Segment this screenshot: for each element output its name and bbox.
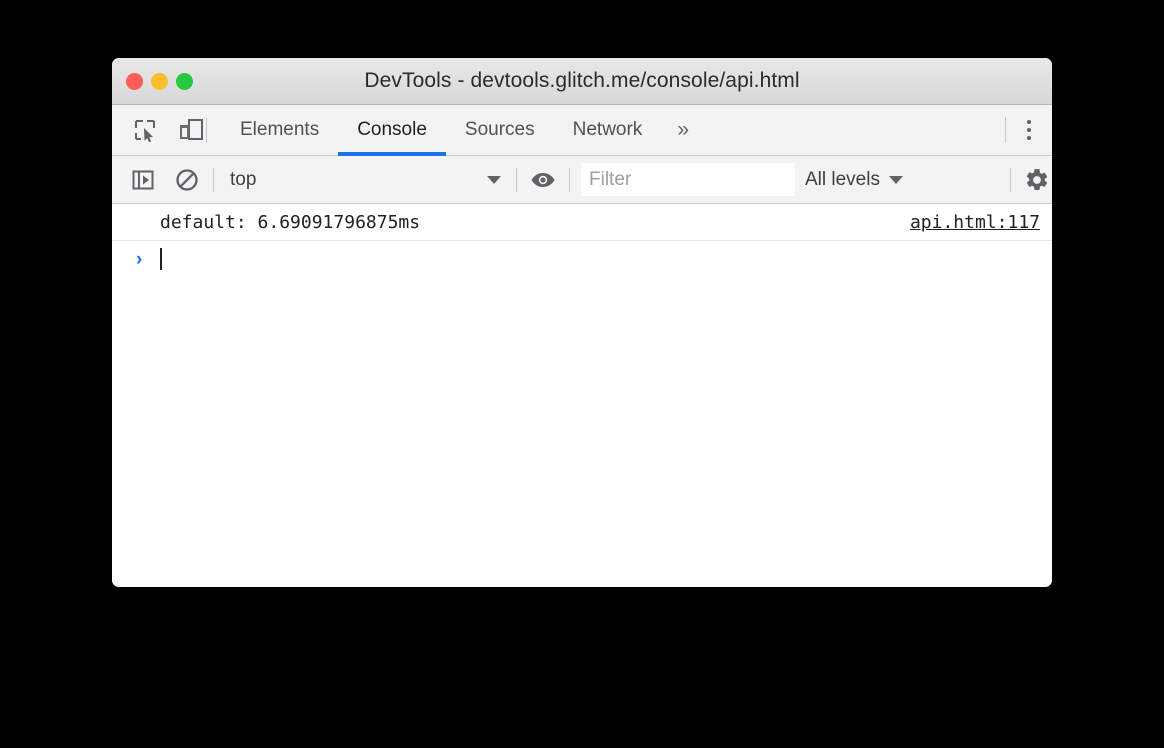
clear-console-button[interactable] (172, 165, 202, 195)
console-message-source-link[interactable]: api.html:117 (910, 212, 1040, 233)
window-title: DevTools - devtools.glitch.me/console/ap… (364, 69, 800, 92)
console-sidebar-toggle-icon (132, 170, 154, 189)
clear-console-icon (176, 168, 198, 191)
toolbar-divider (213, 167, 214, 192)
console-prompt-chevron-icon: › (136, 248, 143, 270)
console-settings-button[interactable] (1022, 165, 1052, 195)
devtools-tabbar: Elements Console Sources Network » (112, 105, 1052, 156)
settings-gear-icon (1026, 168, 1048, 190)
console-message-row: default: 6.69091796875ms api.html:117 (112, 204, 1052, 241)
window-titlebar: DevTools - devtools.glitch.me/console/ap… (112, 58, 1052, 105)
kebab-menu-icon-dot (1027, 136, 1031, 140)
console-prompt-caret (160, 248, 162, 270)
inspect-element-icon (135, 120, 155, 142)
tab-elements[interactable]: Elements (221, 105, 338, 155)
toolbar-divider (1010, 167, 1011, 192)
devtools-tabs: Elements Console Sources Network » (221, 105, 705, 156)
console-sidebar-toggle-button[interactable] (128, 165, 158, 195)
console-message-area[interactable]: default: 6.69091796875ms api.html:117 › (112, 204, 1052, 587)
toolbar-divider (569, 167, 570, 192)
javascript-context-select[interactable]: top (225, 169, 505, 191)
console-message-text: default: 6.69091796875ms (160, 211, 421, 233)
console-filter-input[interactable] (581, 163, 795, 196)
kebab-menu-icon-dot (1027, 128, 1031, 132)
tabbar-tool-icons (112, 105, 206, 155)
tabbar-right-group (1005, 105, 1052, 155)
live-expression-eye-icon (531, 172, 555, 187)
live-expression-button[interactable] (528, 165, 558, 195)
close-window-button[interactable] (126, 72, 143, 90)
devtools-main-menu-button[interactable] (1006, 105, 1052, 155)
console-toolbar: top All levels (112, 156, 1052, 204)
kebab-menu-icon-dot (1027, 120, 1031, 124)
chevron-down-icon (487, 175, 501, 184)
device-toolbar-icon (180, 119, 203, 140)
device-toolbar-button[interactable] (176, 115, 206, 145)
log-level-value: All levels (805, 168, 880, 190)
toolbar-divider (516, 167, 517, 192)
tab-console[interactable]: Console (338, 105, 446, 156)
javascript-context-value: top (230, 168, 257, 190)
traffic-lights (126, 72, 193, 90)
tab-network[interactable]: Network (554, 105, 662, 155)
tab-sources[interactable]: Sources (446, 105, 554, 155)
inspect-element-button[interactable] (130, 115, 160, 145)
devtools-window: DevTools - devtools.glitch.me/console/ap… (112, 58, 1052, 587)
console-toolbar-right (999, 165, 1052, 195)
chevron-down-icon (888, 175, 903, 184)
log-level-select[interactable]: All levels (795, 169, 913, 191)
tabbar-divider (206, 117, 207, 143)
maximize-window-button[interactable] (176, 72, 193, 90)
minimize-window-button[interactable] (151, 72, 168, 90)
console-prompt-row[interactable]: › (112, 241, 1052, 277)
tab-overflow-button[interactable]: » (661, 105, 705, 155)
